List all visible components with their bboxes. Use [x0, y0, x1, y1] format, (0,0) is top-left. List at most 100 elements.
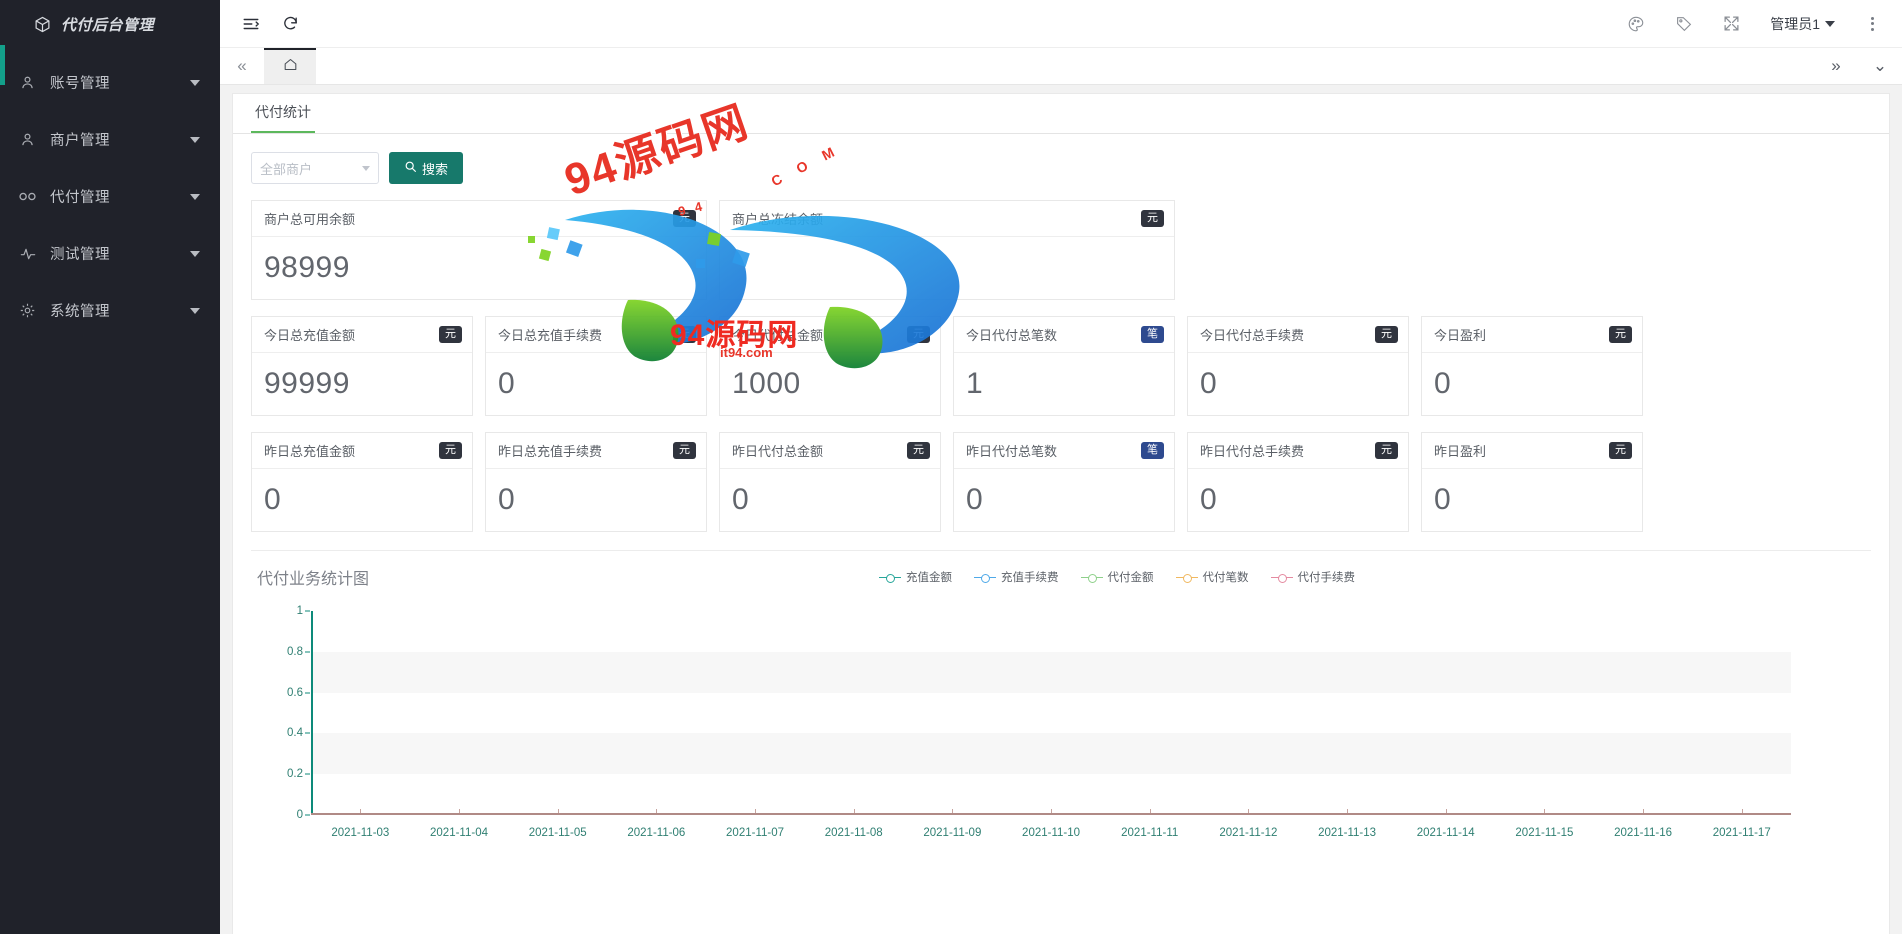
plot-area	[311, 611, 1791, 815]
activity-icon	[18, 246, 37, 262]
home-icon	[283, 57, 298, 77]
y-tick-mark	[305, 610, 310, 612]
legend-item[interactable]: 代付手续费	[1270, 569, 1355, 585]
y-tick-mark	[305, 651, 310, 653]
sidebar-brand[interactable]: 代付后台管理	[0, 0, 220, 48]
chart-section: 代付业务统计图 充值金额 充值手续费 代付金额 代付笔数 代付手续费 0 0.2 0.4 0.…	[251, 550, 1871, 841]
x-tick-mark	[1149, 809, 1151, 813]
stat-card-value: 0	[1200, 367, 1218, 400]
legend-item[interactable]: 代付金额	[1080, 569, 1154, 585]
sidebar: 代付后台管理 账号管理 商户管理 代付管理 测试管理 系统管理	[0, 0, 220, 934]
stat-card-body: 0	[1422, 353, 1642, 415]
x-tick-mark	[1347, 809, 1348, 813]
x-axis	[311, 809, 1791, 815]
chart-header: 代付业务统计图 充值金额 充值手续费 代付金额 代付笔数 代付手续费	[251, 565, 1871, 589]
unit-badge: 笔	[1141, 325, 1164, 344]
x-tick-mark	[853, 809, 855, 813]
sidebar-item-label: 系统管理	[50, 304, 110, 320]
y-tick-text: 0	[296, 809, 303, 821]
more-vertical-icon[interactable]	[1865, 13, 1880, 35]
chevron-down-icon	[190, 193, 200, 200]
stat-card-value: 0	[1434, 367, 1452, 400]
x-tick-label: 2021-11-17	[1712, 827, 1771, 839]
tab-home[interactable]	[264, 48, 316, 84]
user-menu[interactable]: 管理员1	[1770, 14, 1835, 34]
palette-icon[interactable]	[1627, 15, 1645, 33]
stat-card-head: 昨日代付总手续费 元	[1188, 433, 1408, 469]
unit-badge: 元	[439, 441, 462, 460]
x-tick-label: 2021-11-13	[1318, 827, 1377, 839]
stat-card: 今日总充值金额 元 99999	[251, 316, 473, 416]
stat-card-value: 0	[1200, 483, 1218, 516]
stat-card-body: 98999	[252, 237, 706, 299]
stat-card-title: 昨日总充值手续费	[498, 444, 603, 459]
tag-icon[interactable]	[1675, 15, 1693, 33]
stat-card-head: 商户总冻结余额 元	[720, 201, 1174, 237]
legend-item[interactable]: 充值手续费	[974, 569, 1059, 585]
x-tick-label: 2021-11-10	[1022, 827, 1081, 839]
stat-card-body: 1000	[720, 353, 940, 415]
stat-card-body: 0	[486, 469, 706, 531]
stat-card-body: 0	[1422, 469, 1642, 531]
refresh-icon[interactable]	[282, 15, 299, 32]
chevron-double-right-icon[interactable]: »	[1814, 48, 1858, 84]
legend-item[interactable]: 充值金额	[879, 569, 952, 585]
topbar: 管理员1	[220, 0, 1902, 48]
stat-card: 商户总可用余额 元 98999	[251, 200, 707, 300]
unit-badge: 元	[673, 209, 696, 228]
x-tick-label: 2021-11-04	[430, 827, 488, 839]
stat-card: 今日代付总金额 元 1000	[719, 316, 941, 416]
unit-badge: 元	[673, 441, 696, 460]
merchant-select[interactable]: 全部商户	[251, 152, 379, 184]
menu-fold-icon[interactable]	[242, 15, 260, 33]
stat-card-body: 0	[954, 469, 1174, 531]
sidebar-item-merchant[interactable]: 商户管理	[0, 111, 220, 168]
x-tick-label: 2021-11-15	[1515, 827, 1574, 839]
stat-card-head: 今日代付总金额 元	[720, 317, 940, 353]
infinity-icon	[18, 190, 37, 203]
chevron-down-icon[interactable]: ⌄	[1858, 48, 1902, 84]
stat-card-title: 昨日代付总金额	[732, 444, 824, 459]
x-tick-mark	[755, 809, 756, 813]
sidebar-item-system[interactable]: 系统管理	[0, 282, 220, 339]
x-tick-label: 2021-11-03	[331, 827, 390, 839]
unit-badge: 元	[1141, 209, 1164, 228]
x-tick-label: 2021-11-14	[1416, 827, 1475, 839]
sidebar-item-payout[interactable]: 代付管理	[0, 168, 220, 225]
chevron-down-icon	[362, 165, 370, 171]
search-button[interactable]: 搜索	[389, 152, 464, 184]
legend-label: 代付笔数	[1202, 572, 1249, 584]
x-tick-mark	[360, 809, 362, 813]
y-tick-label: 1	[259, 605, 310, 617]
chevron-down-icon	[190, 79, 200, 86]
y-tick-text: 0.6	[287, 686, 303, 699]
sidebar-item-test[interactable]: 测试管理	[0, 225, 220, 282]
y-tick-label: 0.4	[259, 727, 310, 739]
stat-card-head: 昨日代付总笔数 笔	[954, 433, 1174, 469]
unit-badge: 元	[1375, 325, 1398, 344]
stat-card-head: 今日盈利 元	[1422, 317, 1642, 353]
x-tick-label: 2021-11-12	[1219, 827, 1278, 839]
stat-card-title: 今日代付总手续费	[1200, 328, 1305, 343]
chevron-double-left-icon[interactable]: «	[220, 48, 264, 84]
search-button-label: 搜索	[422, 161, 449, 177]
sidebar-item-account[interactable]: 账号管理	[0, 54, 220, 111]
stat-card-value: 0	[732, 483, 750, 516]
chart-grid-band	[311, 693, 1791, 734]
legend-marker-icon	[974, 572, 996, 583]
stat-card-body: 0	[720, 469, 940, 531]
topbar-left-actions	[220, 15, 299, 33]
tab-payout-stats[interactable]: 代付统计	[251, 102, 315, 133]
x-tick-mark	[1643, 809, 1644, 813]
legend-item[interactable]: 代付笔数	[1175, 569, 1249, 585]
stat-card-head: 今日总充值手续费 元	[486, 317, 706, 353]
chart-legend: 充值金额 充值手续费 代付金额 代付笔数 代付手续费	[369, 569, 1865, 585]
fullscreen-icon[interactable]	[1723, 15, 1740, 32]
unit-badge: 元	[1375, 441, 1398, 460]
unit-badge: 元	[1609, 325, 1632, 344]
stat-card: 昨日盈利 元 0	[1421, 432, 1643, 532]
stat-card-title: 今日盈利	[1434, 328, 1487, 343]
legend-marker-icon	[1270, 572, 1293, 583]
tabstrip-tabs	[264, 48, 1814, 84]
stat-card-body: 0	[252, 469, 472, 531]
